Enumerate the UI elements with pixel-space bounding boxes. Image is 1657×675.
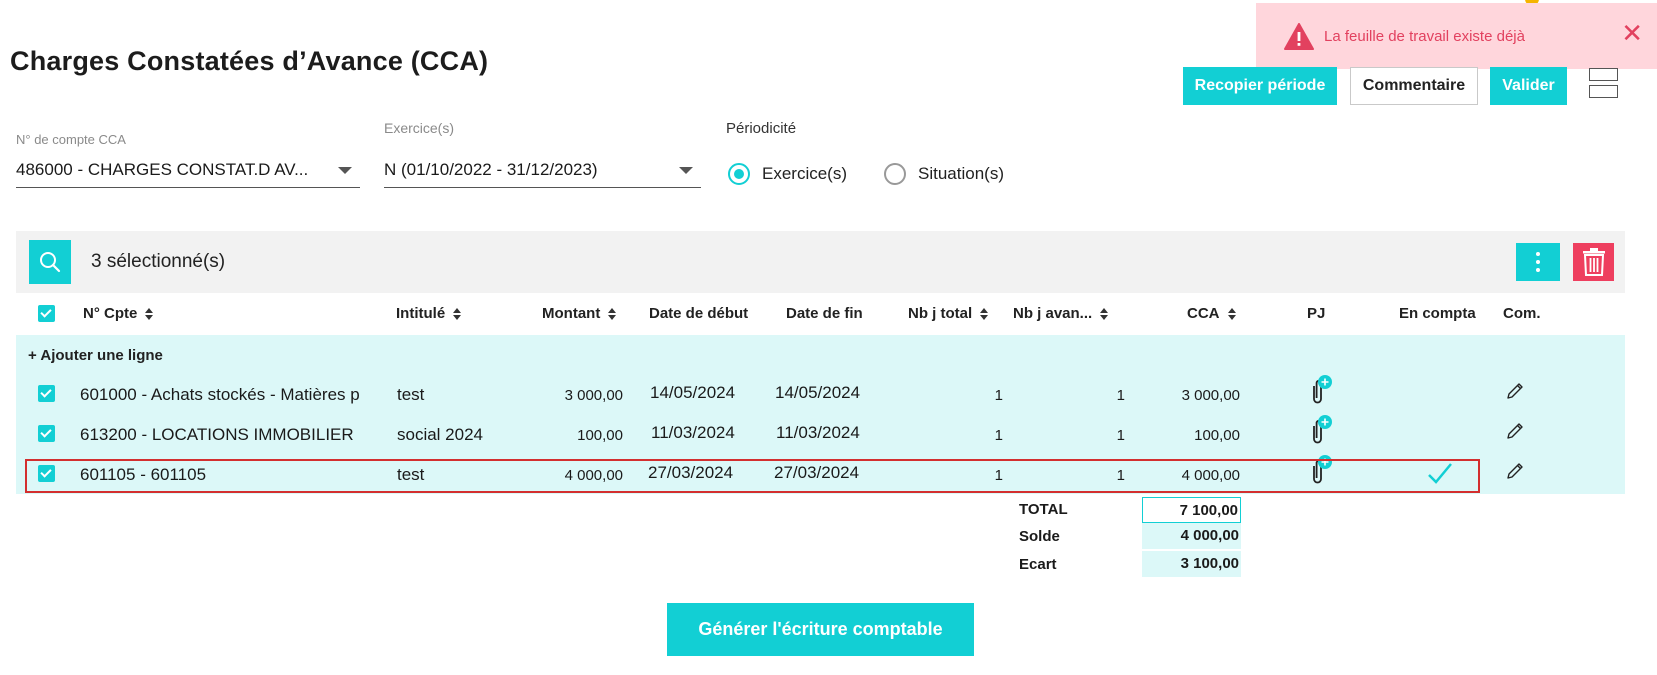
cell-days-total: 1: [994, 387, 1003, 404]
balance-label: Solde: [1019, 528, 1060, 545]
col-label[interactable]: Intitulé: [396, 305, 462, 322]
select-all-checkbox[interactable]: [38, 305, 55, 322]
sort-icon[interactable]: [980, 307, 989, 320]
sort-icon[interactable]: [453, 307, 462, 320]
cell-account: 601105 - 601105: [80, 465, 207, 484]
col-comment: Com.: [1503, 305, 1541, 322]
cell-cca: 100,00: [1194, 427, 1240, 444]
row-checkbox[interactable]: [38, 385, 55, 402]
exercise-select[interactable]: N (01/10/2022 - 31/12/2023): [384, 152, 701, 188]
cell-start-date: 14/05/2024: [650, 383, 736, 402]
cell-end-date: 27/03/2024: [774, 463, 860, 482]
chevron-down-icon: [338, 167, 352, 174]
sort-icon[interactable]: [145, 307, 154, 320]
col-cca[interactable]: CCA: [1187, 305, 1236, 322]
warning-icon: [1284, 23, 1314, 50]
attachment-add-icon[interactable]: [1305, 374, 1333, 404]
sort-icon[interactable]: [608, 307, 617, 320]
total-label: TOTAL: [1019, 501, 1068, 518]
gap-value: 3 100,00: [1142, 551, 1241, 577]
cell-amount: 100,00: [577, 427, 623, 444]
edit-pencil-icon[interactable]: [1505, 421, 1525, 441]
col-amount[interactable]: Montant: [542, 305, 617, 322]
row-checkbox[interactable]: [38, 425, 55, 442]
layout-toggle-icon[interactable]: [1589, 68, 1618, 98]
generate-entry-button[interactable]: Générer l'écriture comptable: [667, 603, 974, 656]
more-options-button[interactable]: [1516, 243, 1560, 281]
sort-icon[interactable]: [1100, 307, 1109, 320]
edit-pencil-icon[interactable]: [1505, 461, 1525, 481]
account-select[interactable]: 486000 - CHARGES CONSTAT.D AV...: [16, 152, 360, 188]
periodicity-label: Périodicité: [726, 120, 797, 137]
selection-count: 3 sélectionné(s): [91, 251, 226, 272]
cell-amount: 3 000,00: [564, 387, 623, 404]
trash-icon: [1582, 248, 1605, 276]
search-icon: [40, 252, 61, 273]
toast-message: La feuille de travail existe déjà: [1324, 28, 1525, 45]
comment-button[interactable]: Commentaire: [1350, 67, 1478, 105]
checkmark-icon: [1428, 463, 1452, 484]
radio-exercise[interactable]: Exercice(s): [728, 163, 847, 185]
sort-icon[interactable]: [1227, 307, 1236, 320]
chevron-down-icon: [679, 167, 693, 174]
gap-label: Ecart: [1019, 556, 1057, 573]
close-icon[interactable]: ✕: [1621, 20, 1643, 46]
col-in-accounting: En compta: [1399, 305, 1476, 322]
cell-cca: 4 000,00: [1181, 467, 1240, 484]
account-value: 486000 - CHARGES CONSTAT.D AV...: [16, 159, 309, 179]
exercise-value: N (01/10/2022 - 31/12/2023): [384, 159, 598, 179]
attachment-add-icon[interactable]: [1305, 454, 1333, 484]
add-line-button[interactable]: + Ajouter une ligne: [28, 347, 163, 364]
search-button[interactable]: [29, 240, 71, 284]
cell-account: 613200 - LOCATIONS IMMOBILIER: [80, 425, 354, 444]
radio-exercise-label: Exercice(s): [762, 164, 848, 183]
copy-period-button[interactable]: Recopier période: [1183, 67, 1337, 105]
cell-days-total: 1: [994, 427, 1003, 444]
cell-days-advance: 1: [1116, 427, 1125, 444]
cell-start-date: 27/03/2024: [648, 463, 734, 482]
table-toolbar: 3 sélectionné(s): [16, 231, 1625, 293]
delete-button[interactable]: [1573, 243, 1614, 281]
page-title: Charges Constatées d’Avance (CCA): [10, 46, 489, 76]
cell-cca: 3 000,00: [1181, 387, 1240, 404]
cell-label: social 2024: [397, 425, 484, 444]
exercise-label: Exercice(s): [384, 120, 455, 136]
total-value: 7 100,00: [1142, 497, 1241, 523]
col-days-total[interactable]: Nb j total: [908, 305, 989, 322]
col-days-advance[interactable]: Nb j avan...: [1013, 305, 1109, 322]
balance-value: 4 000,00: [1142, 523, 1241, 549]
col-attachment: PJ: [1307, 305, 1326, 322]
radio-unselected-icon: [884, 163, 906, 185]
cell-label: test: [397, 385, 425, 404]
validate-button[interactable]: Valider: [1490, 67, 1567, 105]
error-toast: La feuille de travail existe déjà ✕: [1256, 3, 1657, 69]
cell-end-date: 14/05/2024: [775, 383, 861, 402]
attachment-add-icon[interactable]: [1305, 414, 1333, 444]
radio-situation-label: Situation(s): [918, 164, 1004, 183]
col-account[interactable]: N° Cpte: [83, 305, 154, 322]
col-start-date: Date de début: [649, 305, 749, 322]
cell-days-total: 1: [994, 467, 1003, 484]
cell-amount: 4 000,00: [564, 467, 623, 484]
edit-pencil-icon[interactable]: [1505, 381, 1525, 401]
cell-start-date: 11/03/2024: [651, 423, 735, 442]
col-end-date: Date de fin: [786, 305, 863, 322]
radio-situation[interactable]: Situation(s): [884, 163, 1004, 185]
radio-selected-icon: [728, 163, 750, 185]
cell-end-date: 11/03/2024: [776, 423, 860, 442]
cell-days-advance: 1: [1116, 387, 1125, 404]
cell-days-advance: 1: [1116, 467, 1125, 484]
cell-label: test: [397, 465, 425, 484]
account-label: N° de compte CCA: [16, 132, 126, 147]
row-checkbox[interactable]: [38, 465, 55, 482]
cell-account: 601000 - Achats stockés - Matières p: [80, 385, 360, 404]
